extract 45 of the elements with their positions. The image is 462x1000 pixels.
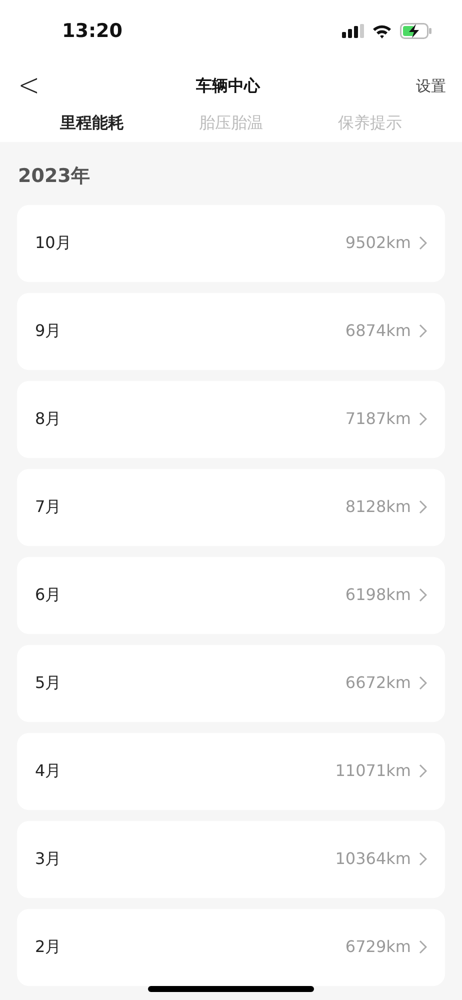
month-label: 9月 [35, 320, 62, 342]
signal-icon [342, 24, 364, 38]
back-button[interactable]: < [18, 70, 40, 102]
chevron-right-icon [419, 500, 427, 514]
month-row[interactable]: 7月 8128km [17, 468, 445, 546]
tab[interactable]: 里程能耗 [60, 111, 124, 141]
month-row[interactable]: 9月 6874km [17, 292, 445, 370]
year-heading: 2023年 [17, 164, 91, 189]
month-label: 2月 [35, 936, 62, 958]
chevron-right-icon [419, 940, 427, 954]
distance-value: 8128km [345, 496, 411, 518]
chevron-right-icon [419, 324, 427, 338]
chevron-right-icon [419, 676, 427, 690]
distance-value: 6874km [345, 320, 411, 342]
month-row[interactable]: 8月 7187km [17, 380, 445, 458]
month-label: 8月 [35, 408, 62, 430]
page-title: 车辆中心 [196, 75, 260, 97]
battery-charging-icon [400, 23, 432, 39]
chevron-right-icon [419, 588, 427, 602]
wifi-icon [372, 24, 392, 38]
distance-value: 6198km [345, 584, 411, 606]
month-row[interactable]: 6月 6198km [17, 556, 445, 634]
month-row[interactable]: 10月 9502km [17, 204, 445, 282]
distance-value: 6672km [345, 672, 411, 694]
month-label: 5月 [35, 672, 62, 694]
month-label: 6月 [35, 584, 62, 606]
month-row[interactable]: 3月 10364km [17, 820, 445, 898]
distance-value: 6729km [345, 936, 411, 958]
month-label: 10月 [35, 232, 72, 254]
distance-value: 7187km [345, 408, 411, 430]
distance-value: 9502km [345, 232, 411, 254]
month-label: 3月 [35, 848, 62, 870]
status-time: 13:20 [62, 18, 122, 44]
chevron-right-icon [419, 236, 427, 250]
chevron-right-icon [419, 412, 427, 426]
month-label: 4月 [35, 760, 62, 782]
month-row[interactable]: 2月 6729km [17, 908, 445, 986]
distance-value: 10364km [335, 848, 411, 870]
chevron-right-icon [419, 852, 427, 866]
settings-button[interactable]: 设置 [416, 74, 446, 98]
month-row[interactable]: 5月 6672km [17, 644, 445, 722]
month-row[interactable]: 4月 11071km [17, 732, 445, 810]
chevron-right-icon [419, 764, 427, 778]
distance-value: 11071km [335, 760, 411, 782]
month-label: 7月 [35, 496, 62, 518]
